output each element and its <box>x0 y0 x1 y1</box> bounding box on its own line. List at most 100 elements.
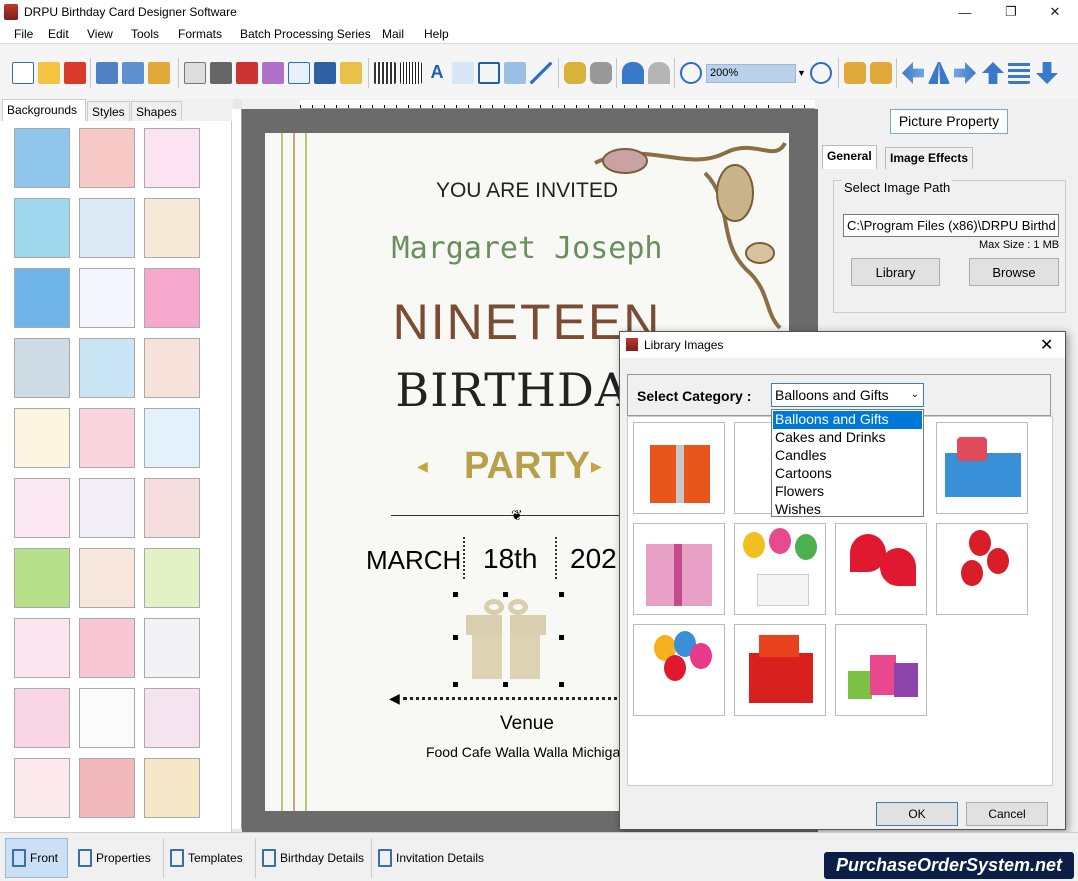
background-thumbnail[interactable] <box>79 408 135 468</box>
tab-properties[interactable]: Properties <box>72 838 164 878</box>
background-thumbnail[interactable] <box>144 618 200 678</box>
option-candles[interactable]: Candles <box>773 447 922 465</box>
zoom-select[interactable]: 200% <box>706 64 796 83</box>
image-thumbnail[interactable] <box>734 523 826 615</box>
background-thumbnail[interactable] <box>14 338 70 398</box>
background-thumbnail[interactable] <box>144 548 200 608</box>
database2-icon[interactable] <box>590 62 612 84</box>
new-icon[interactable] <box>12 62 34 84</box>
image-thumbnail[interactable] <box>633 624 725 716</box>
maximize-button[interactable]: ❐ <box>988 0 1034 24</box>
tab-birthday-details[interactable]: Birthday Details <box>256 838 372 878</box>
background-thumbnail[interactable] <box>79 268 135 328</box>
background-thumbnail[interactable] <box>144 128 200 188</box>
pen-icon[interactable] <box>314 62 336 84</box>
background-thumbnail[interactable] <box>79 478 135 538</box>
background-thumbnail[interactable] <box>79 758 135 818</box>
open-icon[interactable] <box>38 62 60 84</box>
tab-invitation-details[interactable]: Invitation Details <box>372 838 496 878</box>
card-year-text[interactable]: 202 <box>570 543 617 575</box>
close-icon[interactable]: ✕ <box>1040 335 1053 355</box>
zoom-in-icon[interactable] <box>680 62 702 84</box>
menu-help[interactable]: Help <box>424 27 449 41</box>
background-thumbnail[interactable] <box>14 198 70 258</box>
background-thumbnail[interactable] <box>14 758 70 818</box>
option-wishes[interactable]: Wishes <box>773 501 922 519</box>
tab-shapes[interactable]: Shapes <box>131 101 182 121</box>
database-icon[interactable] <box>564 62 586 84</box>
background-thumbnail[interactable] <box>79 618 135 678</box>
menu-formats[interactable]: Formats <box>178 27 222 41</box>
close-doc-icon[interactable] <box>64 62 86 84</box>
card-day-text[interactable]: 18th <box>483 543 538 575</box>
category-select[interactable]: Balloons and Gifts ⌄ <box>771 383 924 407</box>
save-as-icon[interactable] <box>122 62 144 84</box>
browse-button[interactable]: Browse <box>969 258 1059 286</box>
option-balloons-and-gifts[interactable]: Balloons and Gifts <box>773 411 922 429</box>
background-thumbnail[interactable] <box>144 688 200 748</box>
background-thumbnail[interactable] <box>14 268 70 328</box>
selected-gift-image[interactable] <box>456 595 562 685</box>
background-thumbnail[interactable] <box>14 408 70 468</box>
arrow-left-icon[interactable] <box>902 62 924 84</box>
background-thumbnail[interactable] <box>144 268 200 328</box>
cancel-button[interactable]: Cancel <box>966 802 1048 826</box>
option-cakes-and-drinks[interactable]: Cakes and Drinks <box>773 429 922 447</box>
undo-icon[interactable] <box>622 62 644 84</box>
shapes-icon[interactable] <box>340 62 362 84</box>
image-path-field[interactable]: C:\Program Files (x86)\DRPU Birthd <box>843 214 1059 237</box>
background-thumbnail[interactable] <box>79 338 135 398</box>
menu-batch-processing[interactable]: Batch Processing Series <box>240 27 371 41</box>
image-thumbnail[interactable] <box>633 422 725 514</box>
symbol-icon[interactable] <box>478 62 500 84</box>
image-thumbnail[interactable] <box>835 624 927 716</box>
card-name-text[interactable]: Margaret Joseph <box>265 231 789 266</box>
lock-icon[interactable] <box>844 62 866 84</box>
mail-icon[interactable] <box>504 62 526 84</box>
tab-backgrounds[interactable]: Backgrounds <box>2 99 86 121</box>
align-icon[interactable] <box>1008 62 1030 84</box>
close-button[interactable]: ✕ <box>1032 0 1078 24</box>
image-thumbnail[interactable] <box>633 523 725 615</box>
arrow-up-icon[interactable] <box>982 62 1004 84</box>
tab-templates[interactable]: Templates <box>164 838 256 878</box>
save-icon[interactable] <box>96 62 118 84</box>
background-thumbnail[interactable] <box>14 688 70 748</box>
menu-edit[interactable]: Edit <box>48 27 69 41</box>
gift-icon[interactable] <box>262 62 284 84</box>
text-icon[interactable]: A <box>426 62 448 84</box>
tab-general[interactable]: General <box>822 145 877 169</box>
menu-view[interactable]: View <box>87 27 113 41</box>
tab-image-effects[interactable]: Image Effects <box>885 147 974 169</box>
arrow-right-icon[interactable] <box>954 62 976 84</box>
background-thumbnail[interactable] <box>14 618 70 678</box>
tab-styles[interactable]: Styles <box>87 101 130 121</box>
line-icon[interactable] <box>530 62 552 84</box>
unlock-icon[interactable] <box>870 62 892 84</box>
background-thumbnail[interactable] <box>14 128 70 188</box>
wordart-icon[interactable] <box>452 62 474 84</box>
chevron-down-icon[interactable]: ▼ <box>797 68 806 78</box>
card-invited-text[interactable]: YOU ARE INVITED <box>265 179 789 203</box>
flip-icon[interactable] <box>928 62 950 84</box>
copy-icon[interactable] <box>236 62 258 84</box>
tab-front[interactable]: Front <box>5 838 68 878</box>
image-thumbnail[interactable] <box>936 523 1028 615</box>
minimize-button[interactable]: — <box>942 0 988 24</box>
barcode-icon[interactable] <box>374 62 396 84</box>
zoom-out-icon[interactable] <box>810 62 832 84</box>
background-thumbnail[interactable] <box>14 478 70 538</box>
menu-file[interactable]: File <box>14 27 33 41</box>
library-button[interactable]: Library <box>851 258 940 286</box>
card-month-text[interactable]: MARCH <box>366 545 461 576</box>
background-thumbnail[interactable] <box>79 128 135 188</box>
image-thumbnail[interactable] <box>936 422 1028 514</box>
option-flowers[interactable]: Flowers <box>773 483 922 501</box>
arrow-down-icon[interactable] <box>1036 62 1058 84</box>
background-thumbnail[interactable] <box>79 198 135 258</box>
background-thumbnail[interactable] <box>144 478 200 538</box>
image-thumbnail[interactable] <box>835 523 927 615</box>
background-thumbnail[interactable] <box>79 688 135 748</box>
chevron-down-icon[interactable]: ⌄ <box>911 389 919 400</box>
background-thumbnail[interactable] <box>79 548 135 608</box>
